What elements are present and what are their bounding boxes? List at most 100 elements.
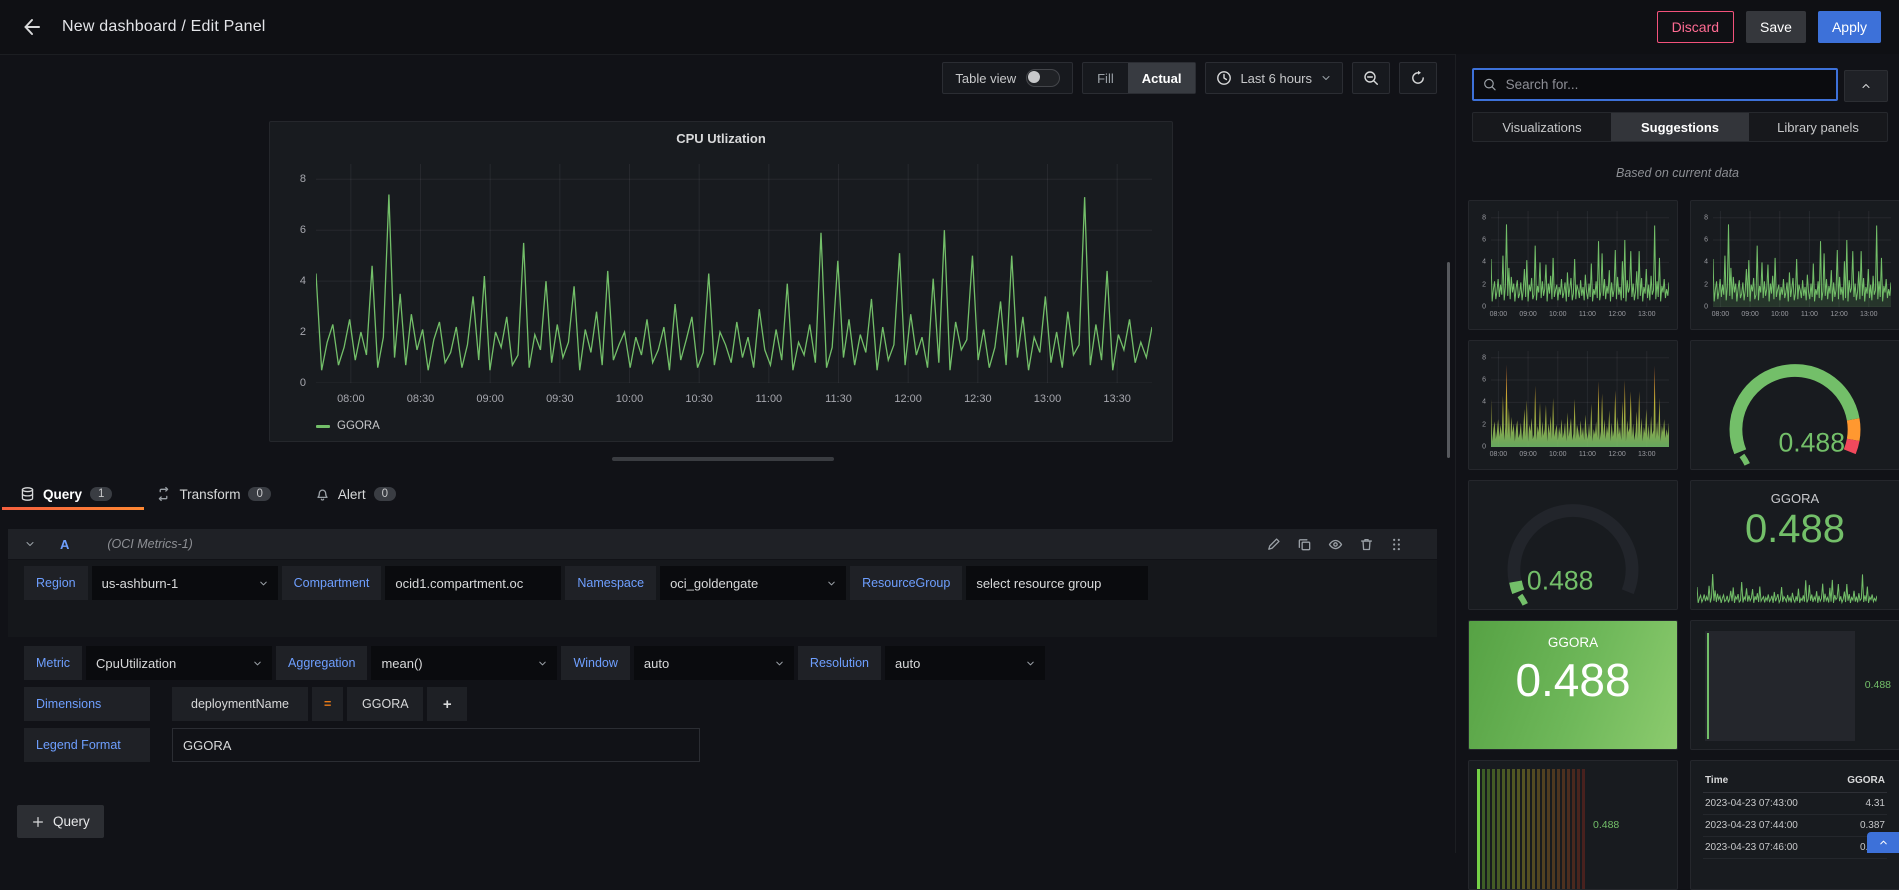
refresh-button[interactable] (1399, 62, 1437, 94)
edit-query-button[interactable] (1266, 537, 1281, 552)
search-input[interactable] (1503, 76, 1836, 93)
save-button[interactable]: Save (1746, 11, 1806, 43)
x-tick-label: 12:00 (1830, 311, 1848, 318)
dimension-equals[interactable]: = (312, 687, 344, 721)
apply-button[interactable]: Apply (1817, 11, 1881, 43)
actual-option[interactable]: Actual (1127, 63, 1196, 93)
cpu-utilization-panel[interactable]: CPU Utlization 8 6 4 2 0 08:00 08:30 09:00 09:3… (269, 121, 1173, 442)
header-actions: Discard Save Apply (1656, 11, 1881, 43)
main-vertical-scrollbar[interactable] (1447, 262, 1450, 458)
suggestion-card-gauge[interactable]: 0.488 (1690, 340, 1899, 470)
x-tick-label: 08:00 (1711, 311, 1730, 318)
resolution-select[interactable]: auto (885, 646, 1045, 680)
table-view-toggle[interactable] (1026, 69, 1061, 87)
tab-suggestions[interactable]: Suggestions (1611, 113, 1749, 141)
dimension-value[interactable]: GGORA (347, 687, 424, 721)
aggregation-select[interactable]: mean() (371, 646, 558, 680)
delete-query-button[interactable] (1359, 537, 1374, 552)
sidebar-tab-group: Visualizations Suggestions Library panel… (1472, 112, 1888, 142)
table-row: 2023-04-23 07:46:000.470 (1703, 836, 1887, 859)
suggestion-card-bar-gauge[interactable]: 0.488 (1690, 620, 1899, 750)
y-tick-label: 0 (1482, 303, 1486, 311)
tab-visualizations[interactable]: Visualizations (1473, 113, 1611, 141)
horizontal-scrollbar[interactable] (612, 457, 834, 461)
suggestion-card-gradient-timeseries[interactable]: 8 6 4 2 0 08:00 09:00 10:00 11:00 12:00 13:00 (1468, 340, 1678, 470)
y-tick-label: 2 (1482, 281, 1486, 289)
legend-format-input[interactable]: GGORA (172, 728, 700, 762)
bell-icon (317, 489, 328, 501)
x-tick-label: 09:00 (476, 393, 504, 405)
collapse-query-chevron-icon[interactable] (24, 538, 36, 550)
suggestion-card-stat-colored[interactable]: GGORA 0.488 (1468, 620, 1678, 750)
open-pane-button[interactable] (1867, 832, 1899, 853)
fill-option[interactable]: Fill (1083, 63, 1128, 93)
query-datasource: (OCI Metrics-1) (107, 537, 193, 551)
zoom-out-icon (1364, 71, 1378, 85)
namespace-value: oci_goldengate (670, 575, 759, 591)
gauge-chart: 0.488 (1507, 504, 1639, 606)
x-tick-label: 11:00 (755, 393, 783, 405)
window-select[interactable]: auto (633, 646, 794, 680)
y-tick-label: 2 (1704, 281, 1708, 289)
add-query-button[interactable]: Query (17, 805, 104, 838)
y-tick-label: 6 (299, 224, 306, 237)
drag-query-handle[interactable] (1390, 537, 1403, 552)
disable-query-button[interactable] (1328, 537, 1343, 552)
resourcegroup-input[interactable]: select resource group (966, 566, 1149, 600)
duplicate-query-button[interactable] (1297, 537, 1312, 552)
x-tick-label: 08:00 (1489, 311, 1508, 318)
dimension-key[interactable]: deploymentName (172, 687, 308, 721)
search-icon (1484, 78, 1496, 91)
table-row: 2023-04-23 07:43:00 4.31 (1703, 792, 1887, 815)
namespace-select[interactable]: oci_goldengate (660, 566, 847, 600)
aggregation-value: mean() (381, 655, 423, 671)
table-view-group: Table view (942, 62, 1074, 94)
suggestion-card-lcd-gauge[interactable]: 0.488 (1468, 760, 1678, 890)
x-tick-label: 10:30 (685, 393, 713, 405)
mini-y-axis: 8 6 4 2 0 (1695, 211, 1711, 310)
region-select[interactable]: us-ashburn-1 (91, 566, 278, 600)
ggora-series-line (316, 195, 1152, 371)
refresh-icon (1412, 70, 1424, 84)
suggestion-card-timeseries-2[interactable]: 8 6 4 2 0 08:00 09:00 10:00 11:00 12:00 13:00 (1690, 200, 1899, 330)
x-tick-label: 10:00 (1770, 311, 1789, 318)
suggestion-card-stat-sparkline[interactable]: GGORA 0.488 (1690, 480, 1899, 610)
editor-tabs: Query 1 Transform 0 Alert 0 (0, 478, 1455, 510)
tab-transform[interactable]: Transform 0 (156, 486, 271, 502)
x-tick-label: 11:30 (825, 393, 852, 405)
y-tick-label: 4 (299, 275, 306, 288)
y-tick-label: 8 (1704, 214, 1708, 222)
metric-label: Metric (24, 646, 83, 680)
x-tick-label: 10:00 (1548, 451, 1567, 458)
query-row-header[interactable]: A (OCI Metrics-1) (8, 529, 1437, 559)
tab-library-panels[interactable]: Library panels (1749, 113, 1887, 141)
lcd-gauge-cells (1477, 769, 1585, 889)
compartment-input[interactable]: ocid1.compartment.oc (385, 566, 562, 600)
legend-format-value: GGORA (183, 737, 232, 753)
collapse-options-button[interactable] (1844, 70, 1888, 102)
visualization-sidebar: Visualizations Suggestions Library panel… (1455, 54, 1899, 890)
tab-query[interactable]: Query 1 (20, 486, 113, 502)
y-tick-label: 4 (1482, 258, 1486, 266)
active-tab-underline (2, 507, 144, 510)
x-tick-label: 13:30 (1103, 393, 1131, 405)
x-tick-label: 08:00 (1489, 451, 1508, 458)
back-button[interactable] (14, 9, 50, 45)
suggestion-card-gauge-dark[interactable]: 0.488 (1468, 480, 1678, 610)
mini-y-axis: 8 6 4 2 0 (1473, 211, 1489, 310)
metric-select[interactable]: CpuUtilization (86, 646, 273, 680)
legend-item-ggora[interactable]: GGORA (316, 420, 380, 432)
x-tick-label: 11:00 (1578, 451, 1596, 458)
tab-alert[interactable]: Alert 0 (315, 486, 397, 502)
panel-toolbar: Table view Fill Actual Last 6 hours (942, 62, 1437, 94)
chevron-down-icon (1322, 75, 1330, 81)
discard-button[interactable]: Discard (1656, 11, 1735, 43)
time-range-picker[interactable]: Last 6 hours (1205, 62, 1343, 94)
add-dimension-button[interactable]: + (427, 687, 468, 721)
compartment-label: Compartment (281, 566, 382, 600)
zoom-out-button[interactable] (1352, 62, 1390, 94)
suggestion-card-timeseries-1[interactable]: 8 6 4 2 0 08:00 09:00 10:00 11:00 12:00 13:00 (1468, 200, 1678, 330)
table-header-ggora: GGORA (1831, 769, 1887, 793)
mini-x-axis: 08:00 09:00 10:00 11:00 12:00 13:00 (1489, 451, 1669, 460)
suggestion-card-table[interactable]: Time GGORA 2023-04-23 07:43:00 4.31 2023-0… (1690, 760, 1899, 890)
